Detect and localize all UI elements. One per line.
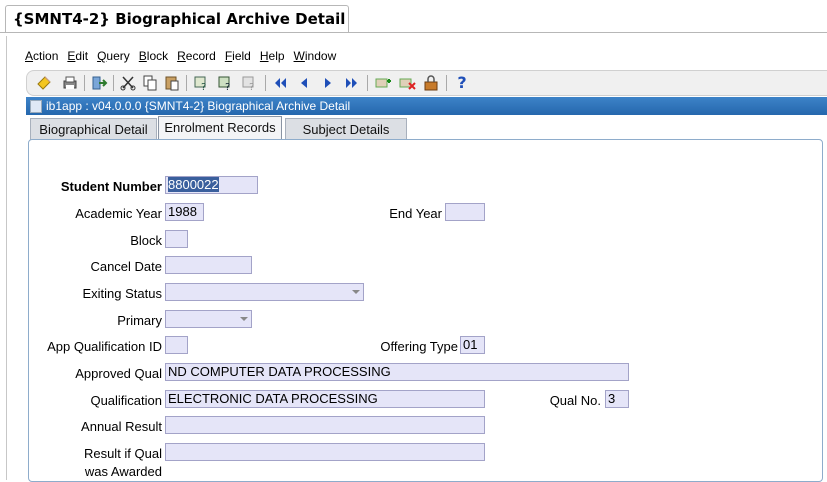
tab-enrolment-records[interactable]: Enrolment Records [158,116,282,140]
menu-field[interactable]: Field [224,49,252,67]
student-number-field[interactable]: 8800022 [165,176,258,194]
menu-bar: Action Edit Query Block Record Field Hel… [24,49,344,67]
help-icon[interactable]: ? [453,74,471,92]
menu-window[interactable]: Window [293,49,338,67]
app-qualification-id-label: App Qualification ID [47,339,162,354]
insert-record-icon[interactable] [374,74,392,92]
annual-result-label: Annual Result [81,419,162,434]
svg-text:?: ? [249,82,254,92]
form-title-tab: {SMNT4-2} Biographical Archive Detail [5,5,349,32]
block-field[interactable] [165,230,188,248]
academic-year-field[interactable]: 1988 [165,203,204,221]
form-title: {SMNT4-2} Biographical Archive Detail [13,10,346,28]
chevron-down-icon[interactable] [352,290,360,294]
annual-result-field[interactable] [165,416,485,434]
paste-icon[interactable] [163,74,181,92]
menu-query[interactable]: Query [96,49,131,67]
cancel-query-icon[interactable]: ? [241,74,259,93]
offering-type-field[interactable]: 01 [460,336,485,354]
menu-edit[interactable]: Edit [66,49,89,67]
academic-year-label: Academic Year [75,206,162,221]
execute-query-icon[interactable]: ? [217,74,235,93]
primary-label: Primary [117,313,162,328]
primary-select[interactable] [165,310,252,328]
svg-text:?: ? [201,82,206,92]
tab-subject-details[interactable]: Subject Details [285,118,407,140]
approved-qual-label: Approved Qual [75,366,162,381]
tab-biographical-detail[interactable]: Biographical Detail [30,118,157,140]
qualification-field[interactable]: ELECTRONIC DATA PROCESSING [165,390,485,408]
previous-record-icon[interactable] [295,74,313,92]
approved-qual-field[interactable]: ND COMPUTER DATA PROCESSING [165,363,629,381]
block-label: Block [130,233,162,248]
menu-action[interactable]: Action [24,49,59,67]
svg-text:?: ? [225,82,230,92]
last-record-icon[interactable] [343,74,361,92]
menu-block[interactable]: Block [138,49,169,67]
save-icon[interactable] [35,74,53,92]
menu-record[interactable]: Record [176,49,217,67]
exit-icon[interactable] [90,74,108,92]
end-year-field[interactable] [445,203,485,221]
qualification-label: Qualification [90,393,162,408]
exiting-status-label: Exiting Status [82,286,163,301]
cancel-date-field[interactable] [165,256,252,274]
app-qualification-id-field[interactable] [165,336,188,354]
menu-help[interactable]: Help [259,49,286,67]
result-if-qual-field[interactable] [165,443,485,461]
tab-strip: Biographical Detail Enrolment Records Su… [28,116,827,140]
cancel-date-label: Cancel Date [90,259,162,274]
result-if-qual-label-line2: was Awarded [84,464,162,479]
offering-type-label: Offering Type [380,339,458,354]
end-year-label: End Year [389,206,442,221]
copy-icon[interactable] [141,74,159,92]
first-record-icon[interactable] [271,74,289,92]
toolbar: ? ? ? ? [26,70,827,96]
delete-record-icon[interactable] [398,74,416,92]
window-title-bar: ib1app : v04.0.0.0 {SMNT4-2} Biographica… [26,97,827,115]
result-if-qual-label-line1: Result if Qual [83,446,162,461]
chevron-down-icon[interactable] [240,317,248,321]
window-icon [30,100,42,113]
enter-query-icon[interactable]: ? [193,74,211,93]
next-record-icon[interactable] [319,74,337,92]
print-icon[interactable] [61,74,79,92]
cut-icon[interactable] [119,74,137,92]
qual-no-field[interactable]: 3 [605,390,629,408]
window-title: ib1app : v04.0.0.0 {SMNT4-2} Biographica… [46,99,351,113]
lock-record-icon[interactable] [422,74,440,92]
title-divider [0,32,827,33]
student-number-label: Student Number [60,179,162,194]
exiting-status-select[interactable] [165,283,364,301]
qual-no-label: Qual No. [549,393,601,408]
